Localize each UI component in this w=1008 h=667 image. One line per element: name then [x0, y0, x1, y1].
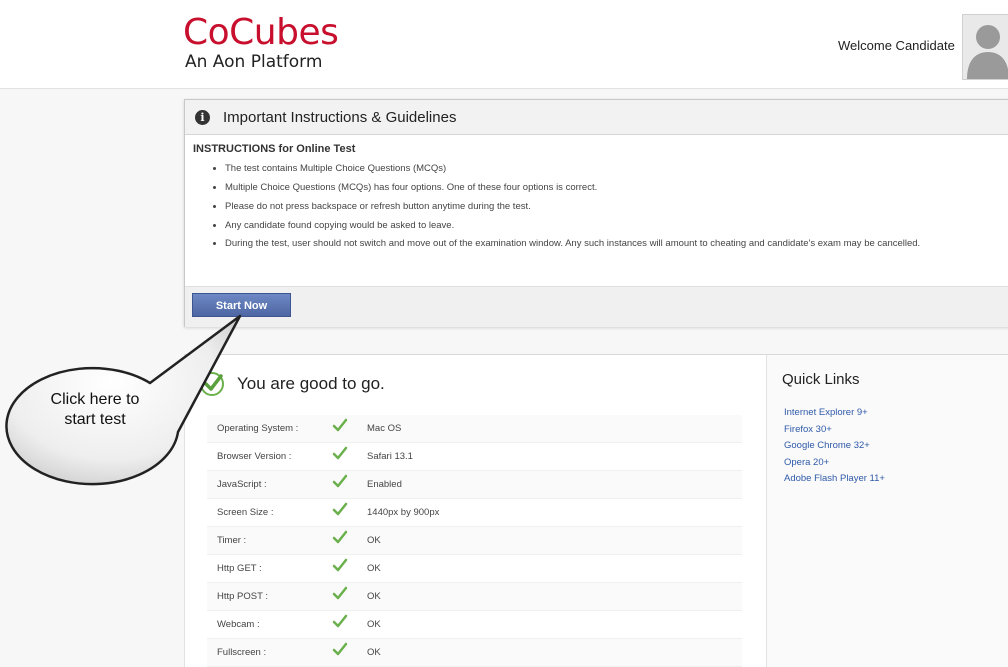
instruction-item: Any candidate found copying would be ask… — [225, 216, 1008, 235]
check-row: Browser Version : Safari 13.1 — [207, 443, 742, 471]
check-label: JavaScript : — [217, 479, 267, 490]
quick-links-panel: Quick Links Internet Explorer 9+ Firefox… — [766, 354, 1008, 667]
check-value: OK — [367, 647, 381, 658]
quick-link[interactable]: Google Chrome 32+ — [784, 438, 885, 455]
check-label: Fullscreen : — [217, 647, 267, 658]
check-row: Timer : OK — [207, 527, 742, 555]
welcome-text: Welcome Candidate — [838, 38, 955, 53]
check-row: Http GET : OK — [207, 555, 742, 583]
check-row: Http POST : OK — [207, 583, 742, 611]
instructions-body: INSTRUCTIONS for Online Test The test co… — [185, 135, 1008, 252]
checkmark-icon — [332, 501, 348, 522]
checkmark-icon — [332, 529, 348, 550]
instruction-item: During the test, user should not switch … — [225, 235, 1008, 252]
check-value: OK — [367, 619, 381, 630]
check-value: OK — [367, 591, 381, 602]
callout-line: Click here to — [50, 391, 140, 408]
checkmark-icon — [332, 613, 348, 634]
system-status: You are good to go. — [199, 371, 385, 397]
check-value: OK — [367, 535, 381, 546]
instructions-list: The test contains Multiple Choice Questi… — [193, 159, 1008, 252]
check-label: Webcam : — [217, 619, 260, 630]
cocubes-logo: CoCubes — [183, 12, 339, 53]
quick-link[interactable]: Internet Explorer 9+ — [784, 405, 885, 422]
instruction-item: The test contains Multiple Choice Questi… — [225, 159, 1008, 178]
instructions-subtitle: INSTRUCTIONS for Online Test — [193, 143, 356, 155]
system-check-list: Operating System : Mac OS Browser Versio… — [185, 415, 767, 667]
check-label: Operating System : — [217, 423, 299, 434]
checkmark-icon — [332, 585, 348, 606]
check-label: Http POST : — [217, 591, 269, 602]
check-row: Webcam : OK — [207, 611, 742, 639]
check-value: OK — [367, 563, 381, 574]
checkmark-icon — [332, 557, 348, 578]
callout-line: start test — [64, 411, 126, 428]
status-text: You are good to go. — [237, 374, 385, 393]
check-value: Enabled — [367, 479, 402, 490]
checkmark-icon — [332, 641, 348, 662]
start-now-button[interactable]: Start Now — [192, 293, 291, 317]
check-row: Operating System : Mac OS — [207, 415, 742, 443]
check-value: 1440px by 900px — [367, 507, 440, 518]
quick-link[interactable]: Firefox 30+ — [784, 422, 885, 439]
checkmark-icon — [332, 473, 348, 494]
instructions-header: i Important Instructions & Guidelines — [185, 100, 1008, 135]
checkmark-icon — [332, 445, 348, 466]
page-header: CoCubes An Aon Platform Welcome Candidat… — [0, 0, 1008, 89]
check-label: Screen Size : — [217, 507, 274, 518]
check-label: Http GET : — [217, 563, 262, 574]
checkmark-circle-icon — [199, 371, 225, 397]
check-value: Mac OS — [367, 423, 402, 434]
check-value: Safari 13.1 — [367, 451, 413, 462]
info-icon: i — [195, 109, 210, 125]
quick-link[interactable]: Adobe Flash Player 11+ — [784, 471, 885, 488]
instructions-title: Important Instructions & Guidelines — [223, 108, 457, 126]
check-label: Timer : — [217, 535, 247, 546]
check-label: Browser Version : — [217, 451, 292, 462]
quick-links-title: Quick Links — [782, 371, 860, 388]
user-avatar-icon[interactable] — [962, 14, 1008, 80]
check-row: JavaScript : Enabled — [207, 471, 742, 499]
check-row: Fullscreen : OK — [207, 639, 742, 667]
logo-tagline: An Aon Platform — [185, 52, 323, 72]
quick-link[interactable]: Opera 20+ — [784, 455, 885, 472]
checkmark-icon — [332, 417, 348, 438]
check-row: Screen Size : 1440px by 900px — [207, 499, 742, 527]
system-check-panel: You are good to go. Operating System : M… — [184, 354, 767, 667]
instruction-item: Multiple Choice Questions (MCQs) has fou… — [225, 178, 1008, 197]
instructions-panel: i Important Instructions & Guidelines IN… — [184, 99, 1008, 327]
instructions-footer: Start Now — [185, 286, 1008, 327]
callout-text: Click here to start test — [15, 390, 175, 430]
quick-links-list: Internet Explorer 9+ Firefox 30+ Google … — [784, 405, 885, 488]
instruction-item: Please do not press backspace or refresh… — [225, 197, 1008, 216]
